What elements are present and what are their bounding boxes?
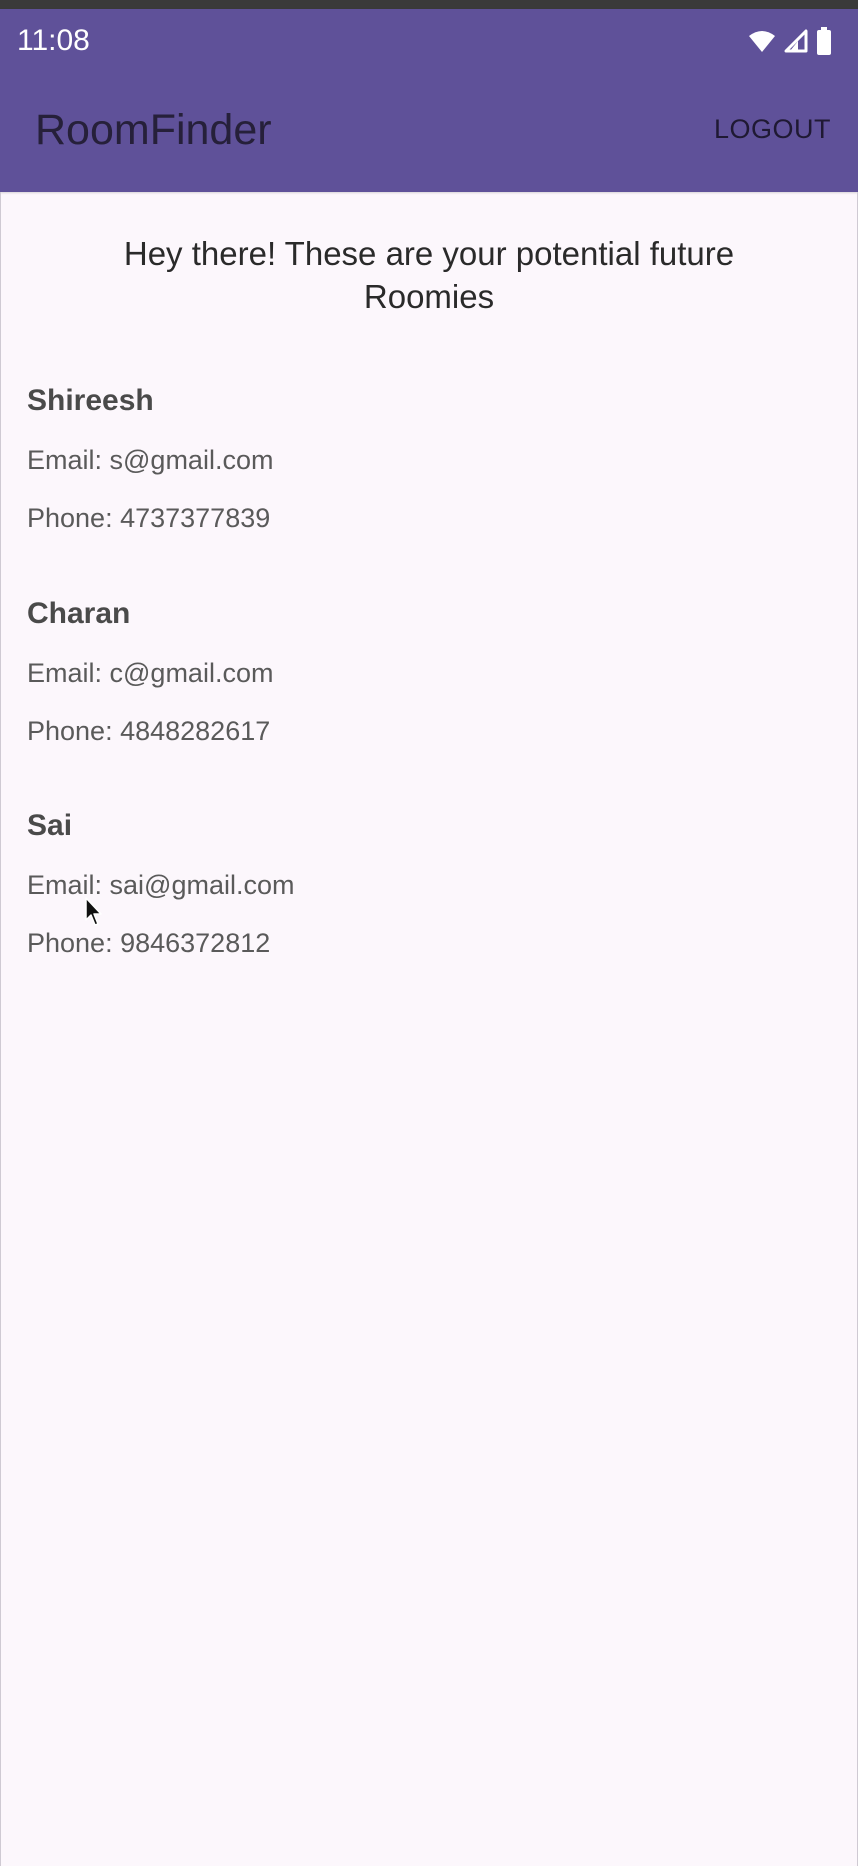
roommate-card: Charan Email: c@gmail.com Phone: 4848282… [27, 595, 827, 748]
roommate-card: Shireesh Email: s@gmail.com Phone: 47373… [27, 382, 827, 535]
roommate-name: Shireesh [27, 384, 154, 417]
roommate-email: Email: c@gmail.com [27, 658, 274, 688]
mouse-pointer-icon [85, 897, 105, 932]
roommate-phone: Phone: 4848282617 [27, 716, 271, 746]
roommate-phone: Phone: 9846372812 [27, 928, 271, 958]
logout-button[interactable]: LOGOUT [714, 112, 831, 146]
app-bar: 11:08 RoomFinder LOGOUT [0, 9, 858, 192]
roommate-card: Sai Email: sai@gmail.com Phone: 98463728… [27, 807, 827, 960]
roommate-name: Charan [27, 597, 131, 630]
roommate-email: Email: s@gmail.com [27, 445, 274, 475]
app-title: RoomFinder [35, 106, 272, 154]
signal-icon [784, 29, 808, 53]
intro-line-1: Hey there! These are your potential futu… [123, 235, 735, 272]
roommate-phone: Phone: 4737377839 [27, 503, 271, 533]
intro-text: Hey there! These are your potential futu… [60, 232, 798, 318]
roommate-name: Sai [27, 809, 73, 842]
battery-icon [816, 27, 832, 55]
status-time: 11:08 [17, 24, 90, 57]
left-border [0, 192, 1, 1866]
intro-line-2: Roomies [363, 278, 495, 315]
wifi-icon [748, 29, 776, 53]
roommates-screen: Hey there! These are your potential futu… [0, 192, 858, 1866]
roommate-email: Email: sai@gmail.com [27, 870, 295, 900]
status-icons [748, 26, 832, 56]
window-top-strip [0, 0, 858, 9]
